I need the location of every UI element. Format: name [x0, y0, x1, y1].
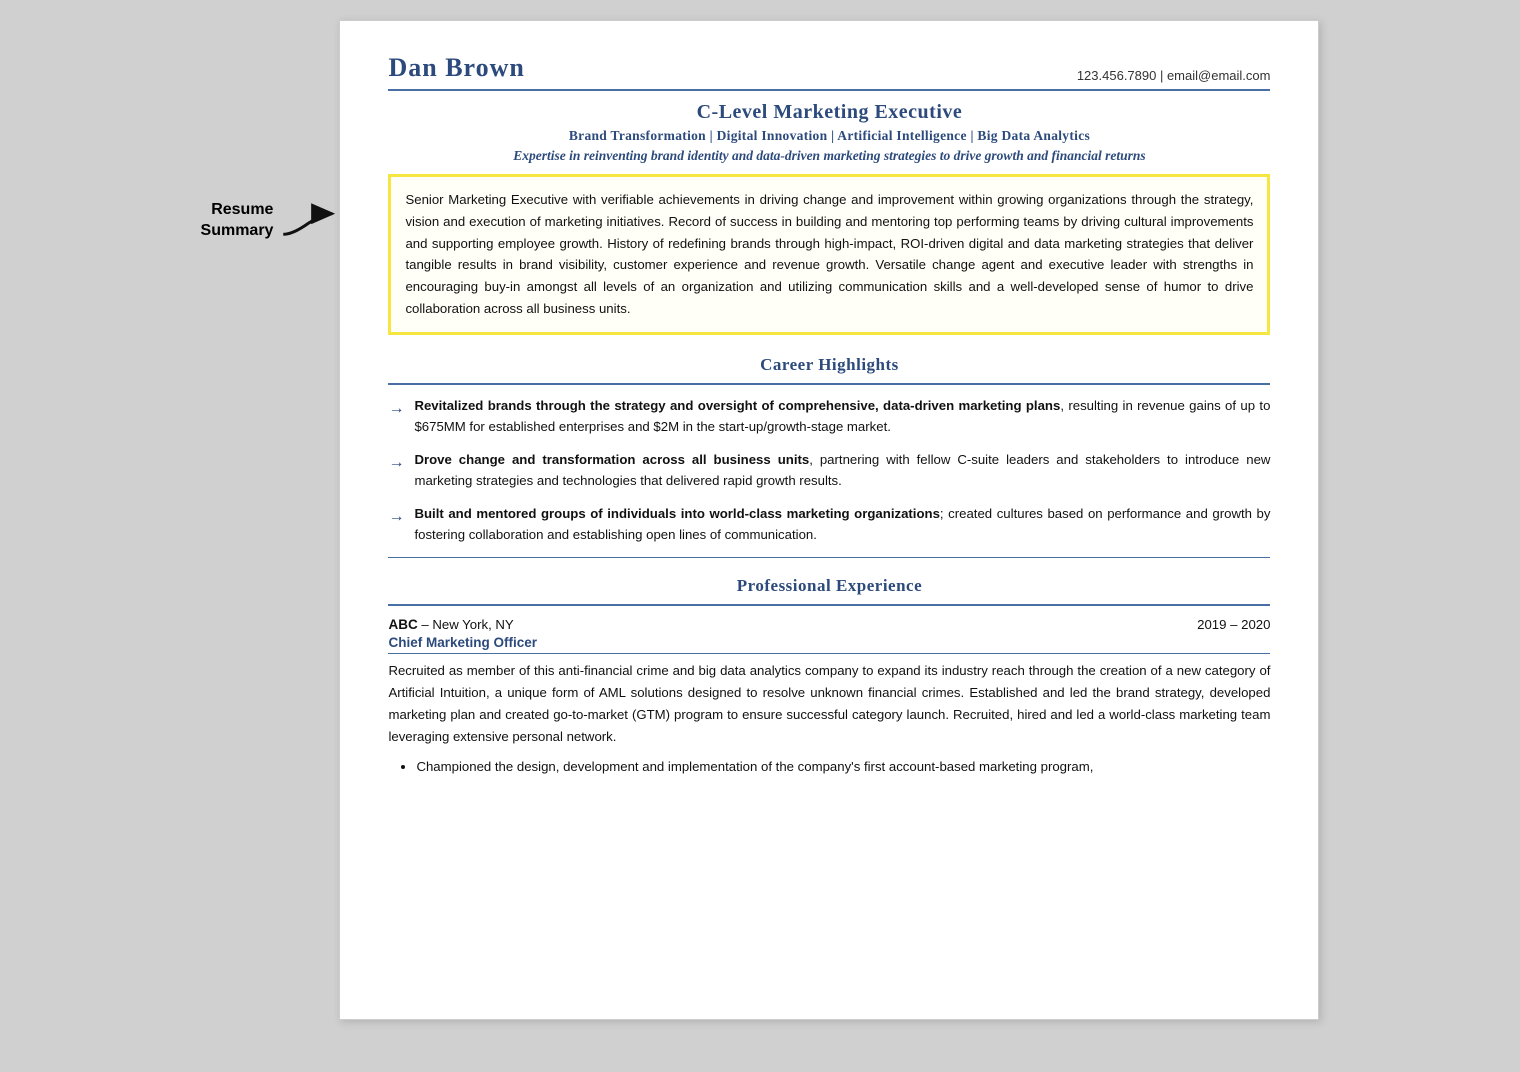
resume-document: Dan Brown 123.456.7890 | email@email.com… [339, 20, 1319, 1020]
highlight-text-3: Built and mentored groups of individuals… [414, 503, 1270, 545]
career-highlights-divider-bottom [388, 557, 1270, 558]
highlight-item-3: → Built and mentored groups of individua… [388, 503, 1270, 545]
specialties-line: Brand Transformation | Digital Innovatio… [388, 128, 1270, 144]
highlight-arrow-2: → [388, 450, 404, 476]
arrow-container [279, 201, 339, 241]
job-bullets: Championed the design, development and i… [388, 756, 1270, 778]
job-company-line: ABC – New York, NY 2019 – 2020 [388, 616, 1270, 634]
highlight-text-1: Revitalized brands through the strategy … [414, 395, 1270, 437]
highlight-text-2: Drove change and transformation across a… [414, 449, 1270, 491]
job-role: Chief Marketing Officer [388, 635, 1270, 650]
highlights-list: → Revitalized brands through the strateg… [388, 395, 1270, 546]
professional-experience-divider [388, 604, 1270, 606]
candidate-name: Dan Brown [388, 53, 524, 83]
highlight-bold-1: Revitalized brands through the strategy … [414, 398, 1060, 413]
highlight-arrow-1: → [388, 396, 404, 422]
professional-experience-title: Professional Experience [388, 576, 1270, 596]
professional-experience-header: Professional Experience [388, 572, 1270, 600]
header-section: Dan Brown 123.456.7890 | email@email.com [388, 53, 1270, 91]
job-company: ABC – New York, NY [388, 616, 513, 634]
highlight-item-2: → Drove change and transformation across… [388, 449, 1270, 491]
job-date: 2019 – 2020 [1197, 617, 1270, 632]
annotation-label: ResumeSummary [201, 200, 274, 242]
job-bullet-1: Championed the design, development and i… [416, 756, 1270, 778]
highlight-arrow-3: → [388, 504, 404, 530]
annotation-block: ResumeSummary [201, 200, 340, 242]
summary-box: Senior Marketing Executive with verifiab… [388, 174, 1270, 335]
job-title: C-Level Marketing Executive [388, 101, 1270, 124]
summary-text: Senior Marketing Executive with verifiab… [405, 192, 1253, 316]
expertise-line: Expertise in reinventing brand identity … [388, 148, 1270, 164]
highlight-bold-3: Built and mentored groups of individuals… [414, 506, 939, 521]
page-wrapper: ResumeSummary Dan Brown 123.456.7890 | e… [201, 20, 1320, 1020]
career-highlights-title: Career Highlights [388, 355, 1270, 375]
career-highlights-divider-top [388, 383, 1270, 385]
highlight-bold-2: Drove change and transformation across a… [414, 452, 809, 467]
job-role-divider [388, 653, 1270, 654]
annotation-arrow [279, 201, 339, 241]
contact-info: 123.456.7890 | email@email.com [1077, 68, 1271, 83]
company-name: ABC [388, 617, 417, 632]
title-block: C-Level Marketing Executive Brand Transf… [388, 101, 1270, 164]
highlight-item-1: → Revitalized brands through the strateg… [388, 395, 1270, 437]
job-description: Recruited as member of this anti-financi… [388, 660, 1270, 747]
career-highlights-header: Career Highlights [388, 351, 1270, 379]
company-suffix: – New York, NY [418, 617, 514, 632]
